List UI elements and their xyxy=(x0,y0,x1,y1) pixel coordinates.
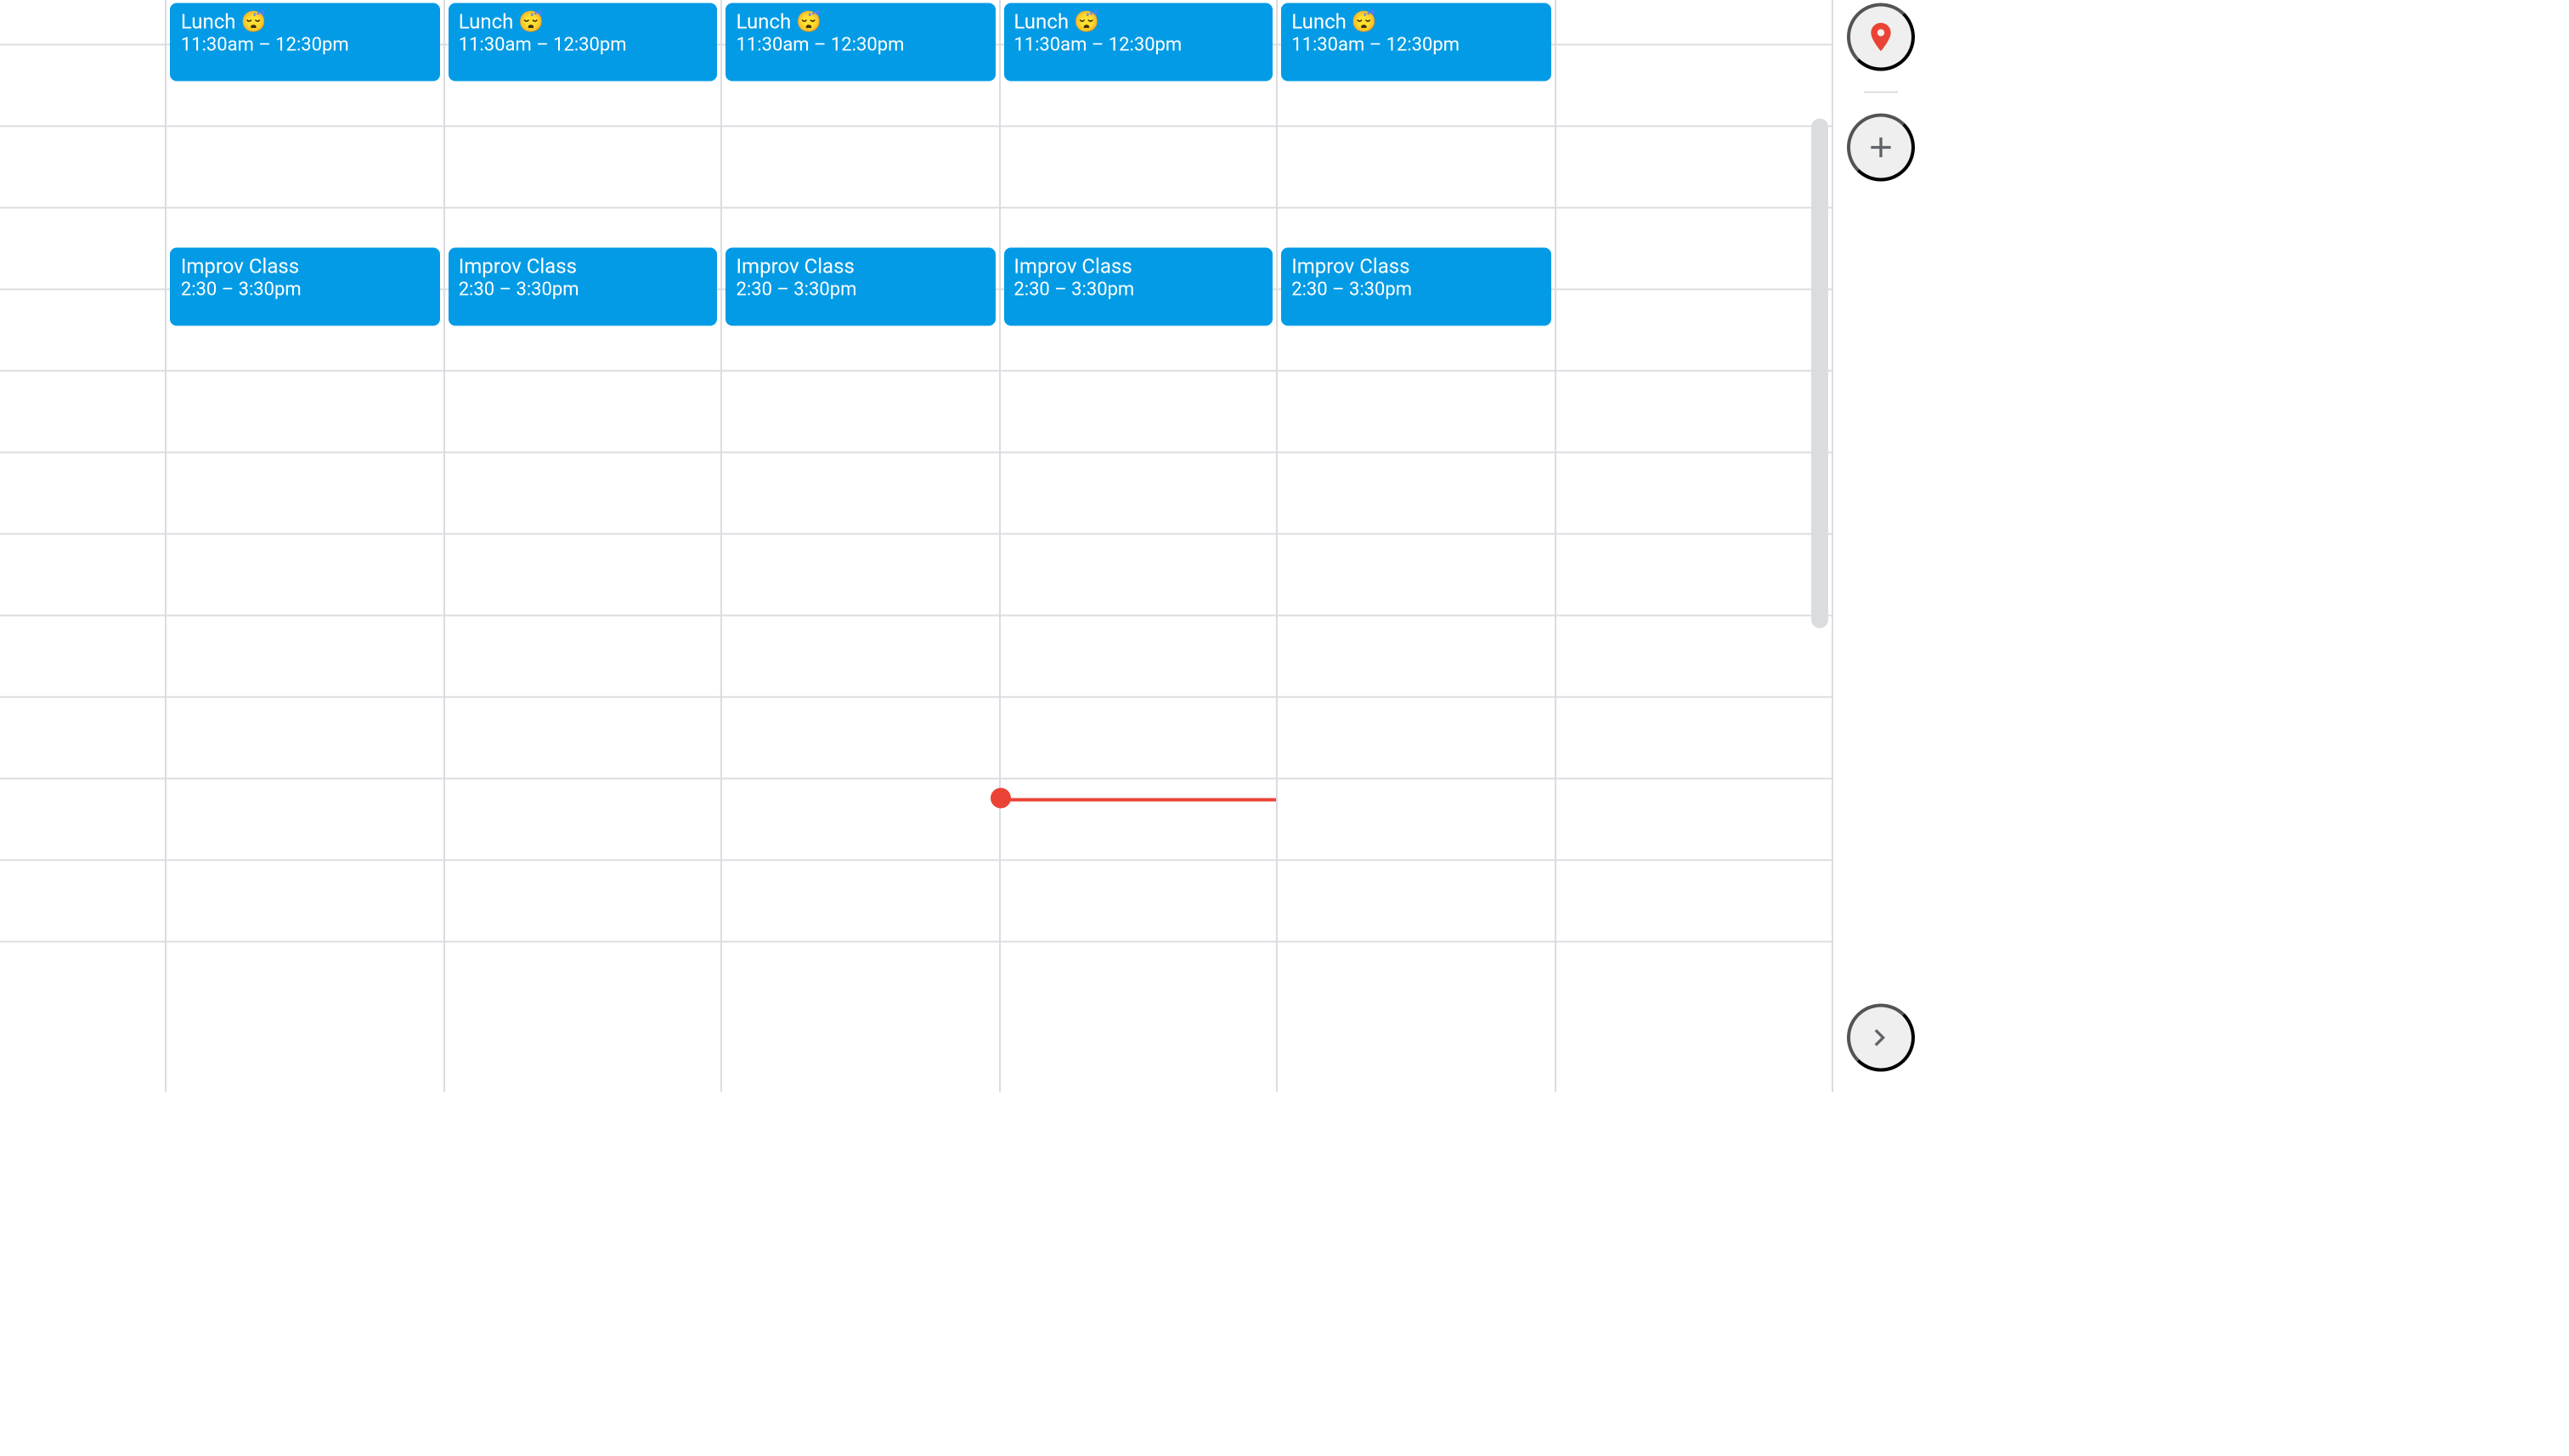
current-time-indicator xyxy=(1000,799,1276,802)
calendar-event[interactable]: Improv Class2:30 – 3:30pm xyxy=(1003,248,1273,326)
calendar-event[interactable]: Improv Class2:30 – 3:30pm xyxy=(726,248,996,326)
day-column[interactable]: Lunch 😴11:30am – 12:30pm Improv Class2:30… xyxy=(998,0,1276,1092)
event-time: 2:30 – 3:30pm xyxy=(1013,279,1262,301)
event-time: 2:30 – 3:30pm xyxy=(459,279,708,301)
calendar-event[interactable]: Lunch 😴11:30am – 12:30pm xyxy=(1281,3,1550,82)
event-time: 11:30am – 12:30pm xyxy=(459,34,708,56)
event-title: Improv Class xyxy=(181,255,430,279)
calendar-event[interactable]: Improv Class2:30 – 3:30pm xyxy=(449,248,718,326)
event-time: 11:30am – 12:30pm xyxy=(181,34,430,56)
day-column[interactable]: Lunch 😴11:30am – 12:30pm Improv Class2:30… xyxy=(1276,0,1554,1092)
calendar-event[interactable]: Lunch 😴11:30am – 12:30pm xyxy=(171,3,440,82)
event-title: Lunch 😴 xyxy=(459,10,708,34)
event-time: 2:30 – 3:30pm xyxy=(1291,279,1540,301)
vertical-scrollbar[interactable] xyxy=(1808,17,1832,1092)
event-title: Lunch 😴 xyxy=(1013,10,1262,34)
plus-icon xyxy=(1863,131,1897,165)
event-title: Improv Class xyxy=(459,255,708,279)
calendar-event[interactable]: Improv Class2:30 – 3:30pm xyxy=(171,248,440,326)
event-title: Improv Class xyxy=(737,255,985,279)
event-time: 2:30 – 3:30pm xyxy=(737,279,985,301)
event-title: Lunch 😴 xyxy=(737,10,985,34)
chevron-right-icon xyxy=(1863,1021,1897,1055)
event-title: Improv Class xyxy=(1013,255,1262,279)
hide-panel-button[interactable] xyxy=(1846,1004,1914,1072)
calendar-event[interactable]: Lunch 😴11:30am – 12:30pm xyxy=(449,3,718,82)
day-column[interactable]: Lunch 😴11:30am – 12:30pm Improv Class2:30… xyxy=(721,0,999,1092)
maps-pin-icon xyxy=(1863,20,1897,54)
maps-app-button[interactable] xyxy=(1846,3,1914,71)
event-title: Improv Class xyxy=(1291,255,1540,279)
event-time: 11:30am – 12:30pm xyxy=(1291,34,1540,56)
day-column[interactable]: Lunch 😴11:30am – 12:30pm Improv Class2:30… xyxy=(443,0,721,1092)
main-calendar-grid: GMT+01 SUN17MON18TUE19WED20THU21FRI22SAT… xyxy=(0,0,1832,1092)
event-time: 11:30am – 12:30pm xyxy=(737,34,985,56)
event-time: 2:30 – 3:30pm xyxy=(181,279,430,301)
event-title: Lunch 😴 xyxy=(1291,10,1540,34)
event-time: 11:30am – 12:30pm xyxy=(1013,34,1262,56)
right-side-panel xyxy=(1832,0,1927,1092)
get-addons-button[interactable] xyxy=(1846,114,1914,182)
current-time-dot xyxy=(990,788,1010,809)
day-column[interactable] xyxy=(1554,0,1832,1092)
day-column[interactable]: Lunch 😴11:30am – 12:30pm Improv Class2:30… xyxy=(166,0,443,1092)
calendar-event[interactable]: Improv Class2:30 – 3:30pm xyxy=(1281,248,1550,326)
calendar-event[interactable]: Lunch 😴11:30am – 12:30pm xyxy=(1003,3,1273,82)
day-column[interactable] xyxy=(0,0,166,1092)
event-title: Lunch 😴 xyxy=(181,10,430,34)
calendar-event[interactable]: Lunch 😴11:30am – 12:30pm xyxy=(726,3,996,82)
